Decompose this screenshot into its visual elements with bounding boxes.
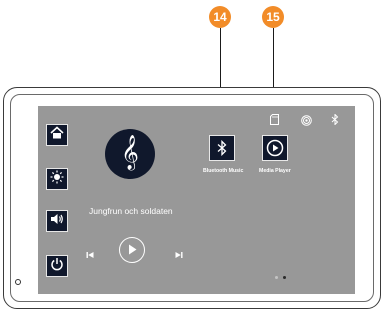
sd-card-status xyxy=(270,112,279,130)
sd-card-icon xyxy=(270,114,279,125)
treble-clef-icon: 𝄞 xyxy=(121,135,139,170)
page-indicator-1[interactable] xyxy=(275,276,278,279)
bluetooth-status-icon xyxy=(331,113,339,126)
brightness-button[interactable] xyxy=(46,168,68,190)
next-track-button[interactable] xyxy=(175,246,183,264)
album-art: 𝄞 xyxy=(105,129,155,179)
brightness-icon xyxy=(50,170,64,189)
bluetooth-status xyxy=(331,112,339,130)
device-indicator-dot xyxy=(15,279,21,285)
play-pause-button[interactable] xyxy=(119,237,145,263)
bluetooth-music-label: Bluetooth Music xyxy=(203,168,244,174)
callout-14: 14 xyxy=(209,6,231,28)
wireless-status xyxy=(301,113,312,131)
media-play-icon xyxy=(266,139,284,157)
media-player-label: Media Player xyxy=(259,168,291,174)
previous-track-button[interactable] xyxy=(86,246,94,264)
play-icon xyxy=(129,244,137,255)
wireless-icon xyxy=(301,115,312,126)
song-title: Jungfrun och soldaten xyxy=(89,206,173,216)
power-icon xyxy=(50,257,64,276)
sidebar xyxy=(38,106,76,294)
volume-icon xyxy=(50,212,64,231)
bluetooth-music-app[interactable] xyxy=(209,135,235,161)
bluetooth-icon xyxy=(217,140,227,156)
home-icon xyxy=(50,125,64,145)
skip-next-icon xyxy=(175,252,183,258)
volume-button[interactable] xyxy=(46,210,68,232)
power-button[interactable] xyxy=(46,255,68,277)
callout-15: 15 xyxy=(262,6,284,28)
page-indicator-2[interactable] xyxy=(283,276,286,279)
home-button[interactable] xyxy=(46,124,68,146)
skip-previous-icon xyxy=(86,252,94,258)
screen: 𝄞 Jungfrun och soldaten Bluetooth Music … xyxy=(38,106,355,294)
media-player-app[interactable] xyxy=(262,135,288,161)
